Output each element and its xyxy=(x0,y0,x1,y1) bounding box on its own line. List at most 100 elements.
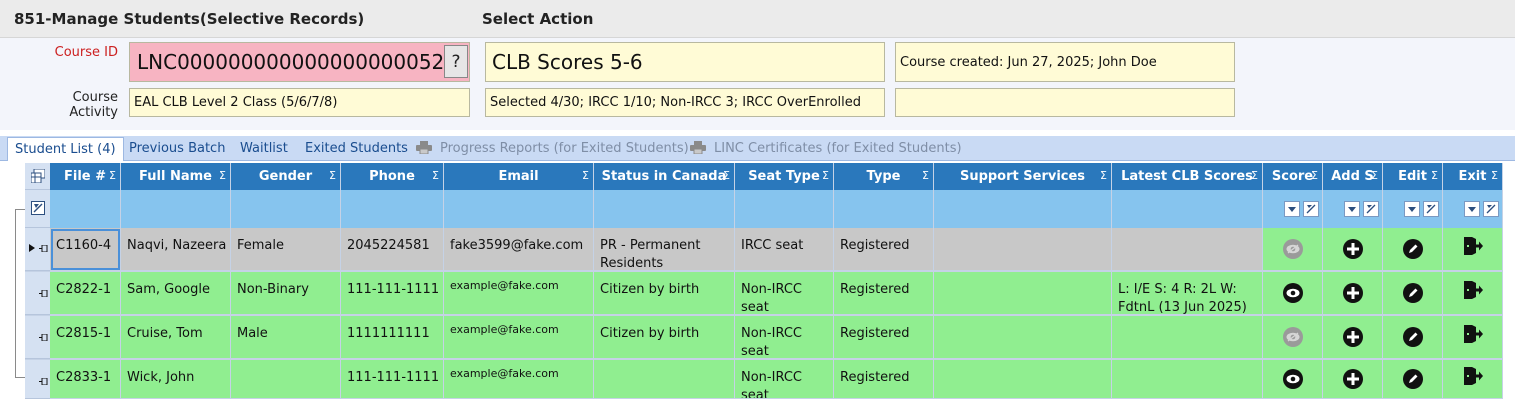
view-score-button[interactable] xyxy=(1263,272,1323,315)
sum-icon[interactable]: Σ xyxy=(922,169,929,182)
select-action-field[interactable]: CLB Scores 5-6 xyxy=(485,42,885,82)
row-selector[interactable] xyxy=(25,228,50,271)
grid-cell-name[interactable]: Wick, John xyxy=(121,360,231,399)
grid-cell-support[interactable] xyxy=(934,228,1112,271)
sum-icon[interactable]: Σ xyxy=(432,169,439,182)
sum-icon[interactable]: Σ xyxy=(1100,169,1107,182)
grid-cell-clb[interactable] xyxy=(1112,316,1263,359)
grid-cell-file[interactable]: C2815-1 xyxy=(50,316,121,359)
grid-cell-seat[interactable]: Non-IRCC seat xyxy=(735,272,834,315)
edit-button[interactable] xyxy=(1383,316,1443,359)
grid-cell-email[interactable]: example@fake.com xyxy=(444,316,594,359)
column-header[interactable]: Email Σ xyxy=(444,163,594,190)
column-header[interactable]: Edit Σ xyxy=(1383,163,1443,190)
sum-icon[interactable]: Σ xyxy=(1431,169,1438,182)
filter-cell[interactable] xyxy=(1323,190,1383,228)
column-header[interactable]: Phone Σ xyxy=(341,163,444,190)
view-score-button[interactable] xyxy=(1263,360,1323,399)
filter-dropdown-icon[interactable] xyxy=(1344,201,1360,217)
exit-button[interactable] xyxy=(1443,228,1503,271)
filter-cell[interactable] xyxy=(735,190,834,228)
grid-cell-type[interactable]: Registered xyxy=(834,360,934,399)
exit-button[interactable] xyxy=(1443,272,1503,315)
grid-cell-type[interactable]: Registered xyxy=(834,272,934,315)
add-support-button[interactable] xyxy=(1323,360,1383,399)
grid-cell-seat[interactable]: Non-IRCC seat xyxy=(735,360,834,399)
grid-cell-email[interactable]: fake3599@fake.com xyxy=(444,228,594,271)
grid-cell-status[interactable]: Citizen by birth xyxy=(594,272,735,315)
sum-icon[interactable]: Σ xyxy=(822,169,829,182)
filter-cell[interactable] xyxy=(231,190,341,228)
grid-cell-email[interactable]: example@fake.com xyxy=(444,360,594,399)
grid-cell-clb[interactable]: L: I/E S: 4 R: 2L W: FdtnL (13 Jun 2025) xyxy=(1112,272,1263,315)
column-chooser-button[interactable] xyxy=(25,163,50,190)
sum-icon[interactable]: Σ xyxy=(109,169,116,182)
sum-icon[interactable]: Σ xyxy=(582,169,589,182)
filter-cell[interactable] xyxy=(1112,190,1263,228)
grid-cell-support[interactable] xyxy=(934,360,1112,399)
filter-cell[interactable] xyxy=(1443,190,1503,228)
grid-cell-gender[interactable]: Male xyxy=(231,316,341,359)
grid-cell-gender[interactable]: Non-Binary xyxy=(231,272,341,315)
row-selector[interactable] xyxy=(25,360,50,399)
column-header[interactable]: Full Name Σ xyxy=(121,163,231,190)
filter-cell[interactable] xyxy=(934,190,1112,228)
sum-icon[interactable]: Σ xyxy=(329,169,336,182)
grid-cell-name[interactable]: Naqvi, Nazeera xyxy=(121,228,231,271)
grid-cell-name[interactable]: Sam, Google xyxy=(121,272,231,315)
filter-cell[interactable] xyxy=(341,190,444,228)
view-score-button[interactable] xyxy=(1263,228,1323,271)
filter-cell[interactable] xyxy=(834,190,934,228)
add-support-button[interactable] xyxy=(1323,272,1383,315)
grid-cell-type[interactable]: Registered xyxy=(834,228,934,271)
filter-cell[interactable] xyxy=(594,190,735,228)
column-header[interactable]: Type Σ xyxy=(834,163,934,190)
tab-exited-students[interactable]: Exited Students xyxy=(305,141,408,156)
grid-cell-support[interactable] xyxy=(934,316,1112,359)
grid-cell-gender[interactable] xyxy=(231,360,341,399)
grid-cell-clb[interactable] xyxy=(1112,228,1263,271)
filter-clear-icon[interactable] xyxy=(1303,201,1319,217)
column-header[interactable]: Exit Σ xyxy=(1443,163,1503,190)
grid-cell-phone[interactable]: 1111111111 xyxy=(341,316,444,359)
grid-cell-file[interactable]: C1160-4 xyxy=(50,228,121,271)
sum-icon[interactable]: Σ xyxy=(723,169,730,182)
grid-cell-status[interactable]: Citizen by birth xyxy=(594,316,735,359)
sum-icon[interactable]: Σ xyxy=(219,169,226,182)
add-support-button[interactable] xyxy=(1323,316,1383,359)
exit-button[interactable] xyxy=(1443,316,1503,359)
add-support-button[interactable] xyxy=(1323,228,1383,271)
tab-progress-reports[interactable]: Progress Reports (for Exited Students) xyxy=(416,141,689,156)
filter-dropdown-icon[interactable] xyxy=(1464,201,1480,217)
column-header[interactable]: Support Services Σ xyxy=(934,163,1112,190)
filter-dropdown-icon[interactable] xyxy=(1284,201,1300,217)
grid-cell-status[interactable]: PR - Permanent Residents xyxy=(594,228,735,271)
tab-linc-certificates[interactable]: LINC Certificates (for Exited Students) xyxy=(690,141,962,156)
grid-cell-email[interactable]: example@fake.com xyxy=(444,272,594,315)
column-header[interactable]: Seat Type Σ xyxy=(735,163,834,190)
filter-clear-icon[interactable] xyxy=(1483,201,1499,217)
grid-cell-status[interactable] xyxy=(594,360,735,399)
column-header[interactable]: File # Σ xyxy=(50,163,121,190)
sum-icon[interactable]: Σ xyxy=(1371,169,1378,182)
column-header[interactable]: Add SΣ xyxy=(1323,163,1383,190)
grid-cell-seat[interactable]: Non-IRCC seat xyxy=(735,316,834,359)
edit-button[interactable] xyxy=(1383,272,1443,315)
grid-cell-support[interactable] xyxy=(934,272,1112,315)
column-header[interactable]: Score Σ xyxy=(1263,163,1323,190)
grid-cell-gender[interactable]: Female xyxy=(231,228,341,271)
filter-cell[interactable] xyxy=(1383,190,1443,228)
filter-clear-icon[interactable] xyxy=(1423,201,1439,217)
tab-waitlist[interactable]: Waitlist xyxy=(240,141,288,156)
filter-clear-button[interactable] xyxy=(25,190,50,228)
column-header[interactable]: Latest CLB Scores Σ xyxy=(1112,163,1263,190)
grid-cell-phone[interactable]: 111-111-1111 xyxy=(341,272,444,315)
grid-cell-file[interactable]: C2822-1 xyxy=(50,272,121,315)
grid-cell-name[interactable]: Cruise, Tom xyxy=(121,316,231,359)
sum-icon[interactable]: Σ xyxy=(1251,169,1258,182)
filter-clear-icon[interactable] xyxy=(1363,201,1379,217)
grid-cell-phone[interactable]: 111-111-1111 xyxy=(341,360,444,399)
column-header[interactable]: Status in Canada Σ xyxy=(594,163,735,190)
row-selector[interactable] xyxy=(25,272,50,315)
filter-cell[interactable] xyxy=(444,190,594,228)
